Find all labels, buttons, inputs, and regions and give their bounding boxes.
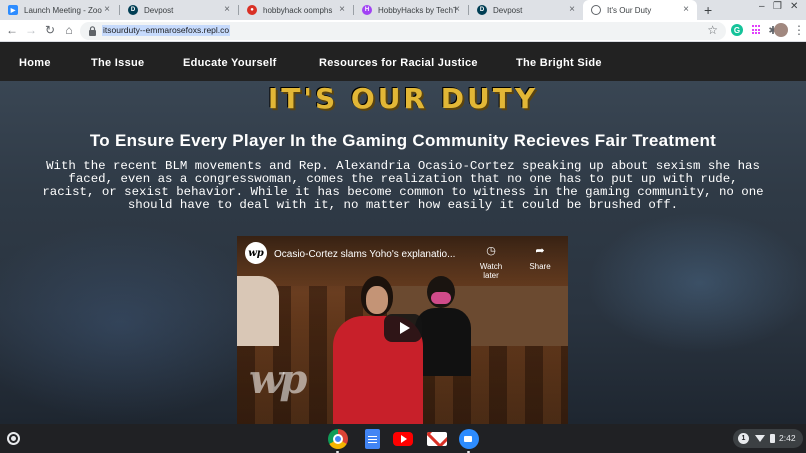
close-icon[interactable]: × [454,4,460,16]
new-tab-button[interactable]: + [704,2,712,18]
intro-paragraph: With the recent BLM movements and Rep. A… [42,159,764,212]
video-thumbnail-figure [237,276,279,346]
play-button[interactable] [384,314,422,342]
nav-educate-yourself[interactable]: Educate Yourself [183,56,277,70]
bookmark-star-icon[interactable]: ☆ [707,23,718,37]
channel-logo[interactable]: wp [245,242,267,264]
hobbyhacks-icon: H [362,5,372,15]
close-window-button[interactable]: ✕ [790,1,798,12]
record-icon: ● [247,5,257,15]
browser-toolbar: ← → ↻ ⌂ itsourduty--emmarosefoxs.repl.co… [0,20,806,42]
nav-resources-racial-justice[interactable]: Resources for Racial Justice [319,56,478,70]
lock-icon [89,26,96,36]
share-button[interactable]: ➦ Share [520,244,560,271]
docs-app-icon[interactable] [365,429,380,449]
globe-icon [591,5,601,15]
close-icon[interactable]: × [224,4,230,16]
video-header: wp Ocasio-Cortez slams Yoho's explanatio… [237,236,568,280]
youtube-embed[interactable]: wp wp Ocasio-Cortez slams Yoho's explana… [237,236,568,424]
nav-home[interactable]: Home [19,56,51,70]
tab-devpost-2[interactable]: D Devpost × [469,0,583,20]
share-label: Share [529,262,551,271]
watch-later-label: Watch later [479,262,503,280]
profile-avatar[interactable] [774,23,788,37]
page-subtitle: To Ensure Every Player In the Gaming Com… [89,131,717,150]
notification-badge[interactable]: 1 [738,433,749,444]
address-bar[interactable]: itsourduty--emmarosefoxs.repl.co ☆ [80,22,726,40]
devpost-icon: D [477,5,487,15]
tab-hobbyhack-oomphs[interactable]: ● hobbyhack oomphs × [239,0,353,20]
washington-post-watermark: wp [249,356,307,403]
gmail-app-icon[interactable] [427,432,447,446]
nav-the-bright-side[interactable]: The Bright Side [516,56,602,70]
close-icon[interactable]: × [104,4,110,16]
nav-the-issue[interactable]: The Issue [91,56,144,70]
devpost-icon: D [128,5,138,15]
tab-title: HobbyHacks by TechTo... [378,5,456,15]
watch-later-button[interactable]: ◷ Watch later [471,244,511,280]
video-thumbnail-speaker [333,276,423,424]
forward-button[interactable]: → [24,23,38,37]
extension-grid-icon[interactable] [752,25,762,35]
os-shelf: 1 2:42 [0,424,806,453]
launcher-icon[interactable] [7,432,20,445]
zoom-app-icon[interactable] [459,429,479,449]
tab-strip: ▶ Launch Meeting - Zoom × D Devpost × ● … [0,0,806,20]
tab-title: It's Our Duty [607,5,652,15]
share-arrow-icon: ➦ [535,245,545,257]
grammarly-icon[interactable]: G [731,24,743,36]
chrome-app-icon[interactable] [328,429,348,449]
wifi-icon [755,435,765,442]
video-title[interactable]: Ocasio-Cortez slams Yoho's explanatio... [274,249,455,260]
tab-title: Launch Meeting - Zoom [24,5,102,15]
reload-button[interactable]: ↻ [43,23,57,37]
site-navbar: Home The Issue Educate Yourself Resource… [0,43,806,81]
zoom-icon: ▶ [8,5,18,15]
restore-button[interactable]: ❐ [773,1,782,12]
menu-kebab-icon[interactable]: ⋮ [792,23,806,37]
home-button[interactable]: ⌂ [62,23,76,37]
tab-title: Devpost [493,5,523,15]
web-page: Home The Issue Educate Yourself Resource… [0,43,806,424]
tab-its-our-duty[interactable]: It's Our Duty × [583,0,697,20]
close-icon[interactable]: × [683,4,689,16]
tab-title: hobbyhack oomphs [263,5,333,15]
back-button[interactable]: ← [5,23,19,37]
tab-devpost[interactable]: D Devpost × [120,0,238,20]
close-icon[interactable]: × [569,4,575,16]
tab-title: Devpost [144,5,174,15]
close-icon[interactable]: × [339,4,345,16]
page-title: IT'S OUR DUTY [267,82,539,115]
tab-hobbyhacks[interactable]: H HobbyHacks by TechTo... × [354,0,468,20]
tab-zoom[interactable]: ▶ Launch Meeting - Zoom × [0,0,118,20]
youtube-app-icon[interactable] [393,432,413,446]
play-icon [399,322,410,334]
clock-icon: ◷ [486,245,496,257]
status-tray[interactable]: 1 2:42 [733,429,803,448]
minimize-button[interactable]: – [759,1,765,12]
clock-time: 2:42 [779,433,796,443]
video-thumbnail-figure [415,276,471,376]
url-text[interactable]: itsourduty--emmarosefoxs.repl.co [102,25,231,36]
battery-icon [770,434,775,443]
